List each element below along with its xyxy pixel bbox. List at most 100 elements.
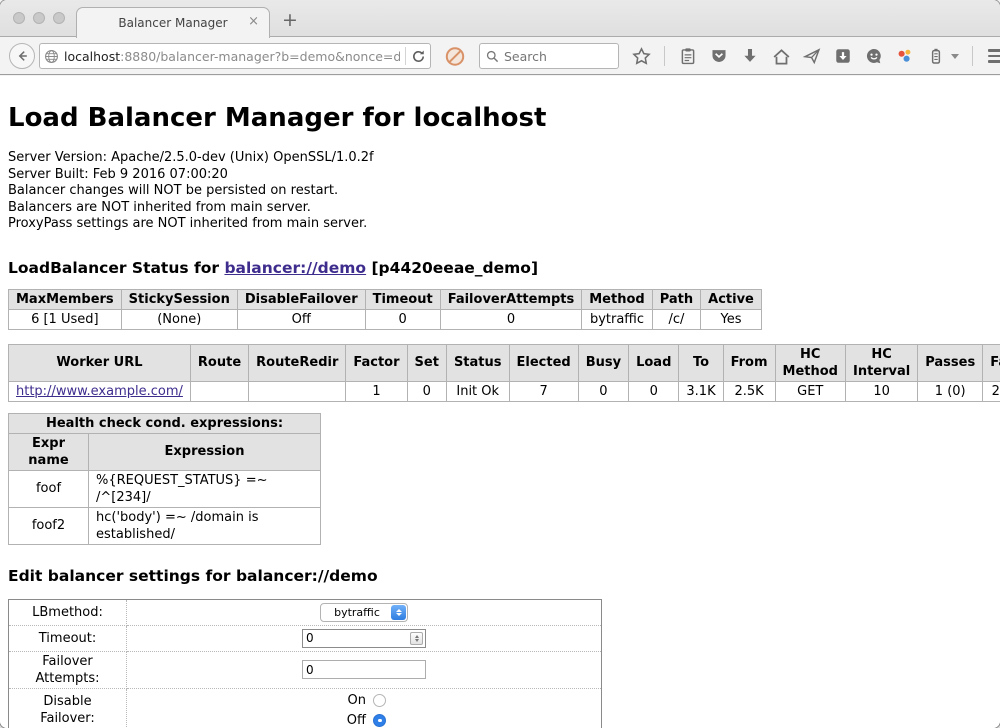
expr-name-cell: foof xyxy=(9,470,89,507)
column-header: Status xyxy=(446,344,509,381)
worker-table: Worker URL Route RouteRedir Factor Set S… xyxy=(8,344,1000,402)
reload-icon[interactable] xyxy=(411,49,426,64)
tab-close-icon[interactable]: × xyxy=(248,15,259,29)
hc-interval-cell: 10 xyxy=(845,381,917,401)
active-cell: Yes xyxy=(701,309,762,329)
expression-cell: hc('body') =~ /domain is established/ xyxy=(89,507,321,544)
globe-icon xyxy=(44,49,59,64)
expression-cell: %{REQUEST_STATUS} =~ /^[234]/ xyxy=(89,470,321,507)
timeout-input[interactable] xyxy=(302,629,426,648)
busy-cell: 0 xyxy=(578,381,628,401)
path-cell: /c/ xyxy=(652,309,700,329)
column-header: Passes xyxy=(918,344,983,381)
number-stepper-icon[interactable] xyxy=(410,632,423,645)
table-header-row: Expr name Expression xyxy=(9,433,321,470)
urlbar-divider xyxy=(405,47,406,65)
timeout-row: Timeout: xyxy=(9,625,602,651)
fails-cell: 2 (0) xyxy=(983,381,1000,401)
column-header: DisableFailover xyxy=(237,289,365,309)
chevron-down-icon[interactable] xyxy=(951,54,959,59)
lbmethod-select[interactable]: bytraffic xyxy=(320,603,408,622)
elected-cell: 7 xyxy=(509,381,578,401)
failoverattempts-cell: 0 xyxy=(440,309,582,329)
chat-smiley-icon[interactable] xyxy=(864,46,884,66)
column-header: Route xyxy=(190,344,248,381)
search-icon xyxy=(486,50,499,63)
health-check-table: Health check cond. expressions: Expr nam… xyxy=(8,413,321,545)
menu-icon[interactable] xyxy=(986,46,1000,66)
radio-on-label: On xyxy=(342,692,366,709)
server-version-line: Server Version: Apache/2.5.0-dev (Unix) … xyxy=(8,150,992,167)
colored-dots-extension-icon[interactable] xyxy=(895,46,915,66)
new-tab-button[interactable]: + xyxy=(282,9,298,31)
method-cell: bytraffic xyxy=(582,309,652,329)
worker-url-link[interactable]: http://www.example.com/ xyxy=(16,384,183,399)
factor-cell: 1 xyxy=(346,381,407,401)
send-tab-icon[interactable] xyxy=(802,46,822,66)
downloads-icon[interactable] xyxy=(740,46,760,66)
disablefailover-cell: Off xyxy=(237,309,365,329)
browser-tab[interactable]: Balancer Manager × xyxy=(76,7,270,38)
search-bar[interactable] xyxy=(479,43,619,69)
table-row: 6 [1 Used] (None) Off 0 0 bytraffic /c/ … xyxy=(9,309,762,329)
passes-cell: 1 (0) xyxy=(918,381,983,401)
navigation-toolbar: localhost:8880/balancer-manager?b=demo&n… xyxy=(0,38,1000,75)
from-cell: 2.5K xyxy=(723,381,775,401)
battery-icon[interactable] xyxy=(926,46,946,66)
server-info: Server Version: Apache/2.5.0-dev (Unix) … xyxy=(8,150,992,233)
table-caption-row: Health check cond. expressions: xyxy=(9,413,321,433)
failover-attempts-label: Failover Attempts: xyxy=(9,651,127,688)
to-cell: 3.1K xyxy=(679,381,723,401)
failover-attempts-input[interactable] xyxy=(302,660,426,679)
back-button[interactable] xyxy=(9,43,35,69)
column-header: Path xyxy=(652,289,700,309)
disable-failover-row: Disable Failover: On Off xyxy=(9,688,602,728)
reading-list-icon[interactable] xyxy=(678,46,698,66)
pocket-icon[interactable] xyxy=(709,46,729,66)
url-bar[interactable]: localhost:8880/balancer-manager?b=demo&n… xyxy=(39,43,431,69)
url-text: localhost:8880/balancer-manager?b=demo&n… xyxy=(64,49,400,64)
failover-attempts-row: Failover Attempts: xyxy=(9,651,602,688)
column-header: Expression xyxy=(89,433,321,470)
install-addon-icon[interactable] xyxy=(833,46,853,66)
column-header: RouteRedir xyxy=(249,344,346,381)
column-header: FailoverAttempts xyxy=(440,289,582,309)
column-header: To xyxy=(679,344,723,381)
hc-method-cell: GET xyxy=(775,381,845,401)
balancer-demo-link[interactable]: balancer://demo xyxy=(224,259,366,277)
route-cell xyxy=(190,381,248,401)
set-cell: 0 xyxy=(407,381,446,401)
radio-off-label: Off xyxy=(342,712,366,728)
column-header: MaxMembers xyxy=(9,289,122,309)
status-heading-prefix: LoadBalancer Status for xyxy=(8,259,224,277)
lbmethod-selected-value: bytraffic xyxy=(334,604,380,621)
tab-title: Balancer Manager xyxy=(118,16,227,30)
health-table-title: Health check cond. expressions: xyxy=(9,413,321,433)
disable-failover-off-radio[interactable] xyxy=(373,714,386,727)
column-header: Elected xyxy=(509,344,578,381)
column-header: StickySession xyxy=(121,289,237,309)
server-built-line: Server Built: Feb 9 2016 07:00:20 xyxy=(8,167,992,184)
content-blocked-icon[interactable] xyxy=(445,46,465,66)
table-row: foof %{REQUEST_STATUS} =~ /^[234]/ xyxy=(9,470,321,507)
balancer-summary-table: MaxMembers StickySession DisableFailover… xyxy=(8,289,762,330)
column-header: Expr name xyxy=(9,433,89,470)
search-input[interactable] xyxy=(504,49,604,64)
persist-note-line: Balancer changes will NOT be persisted o… xyxy=(8,183,992,200)
loadbalancer-status-heading: LoadBalancer Status for balancer://demo … xyxy=(8,259,992,277)
disable-failover-on-radio[interactable] xyxy=(373,694,386,707)
toolbar-divider xyxy=(664,46,665,66)
select-stepper-icon xyxy=(391,605,406,620)
back-arrow-icon xyxy=(15,49,29,63)
status-cell: Init Ok xyxy=(446,381,509,401)
window-close-button[interactable] xyxy=(13,12,25,24)
column-header: Method xyxy=(582,289,652,309)
column-header: Load xyxy=(629,344,679,381)
window-minimize-button[interactable] xyxy=(33,12,45,24)
column-header: Set xyxy=(407,344,446,381)
bookmark-star-icon[interactable] xyxy=(631,46,651,66)
expr-name-cell: foof2 xyxy=(9,507,89,544)
traffic-lights xyxy=(13,12,65,24)
home-icon[interactable] xyxy=(771,46,791,66)
window-zoom-button[interactable] xyxy=(53,12,65,24)
